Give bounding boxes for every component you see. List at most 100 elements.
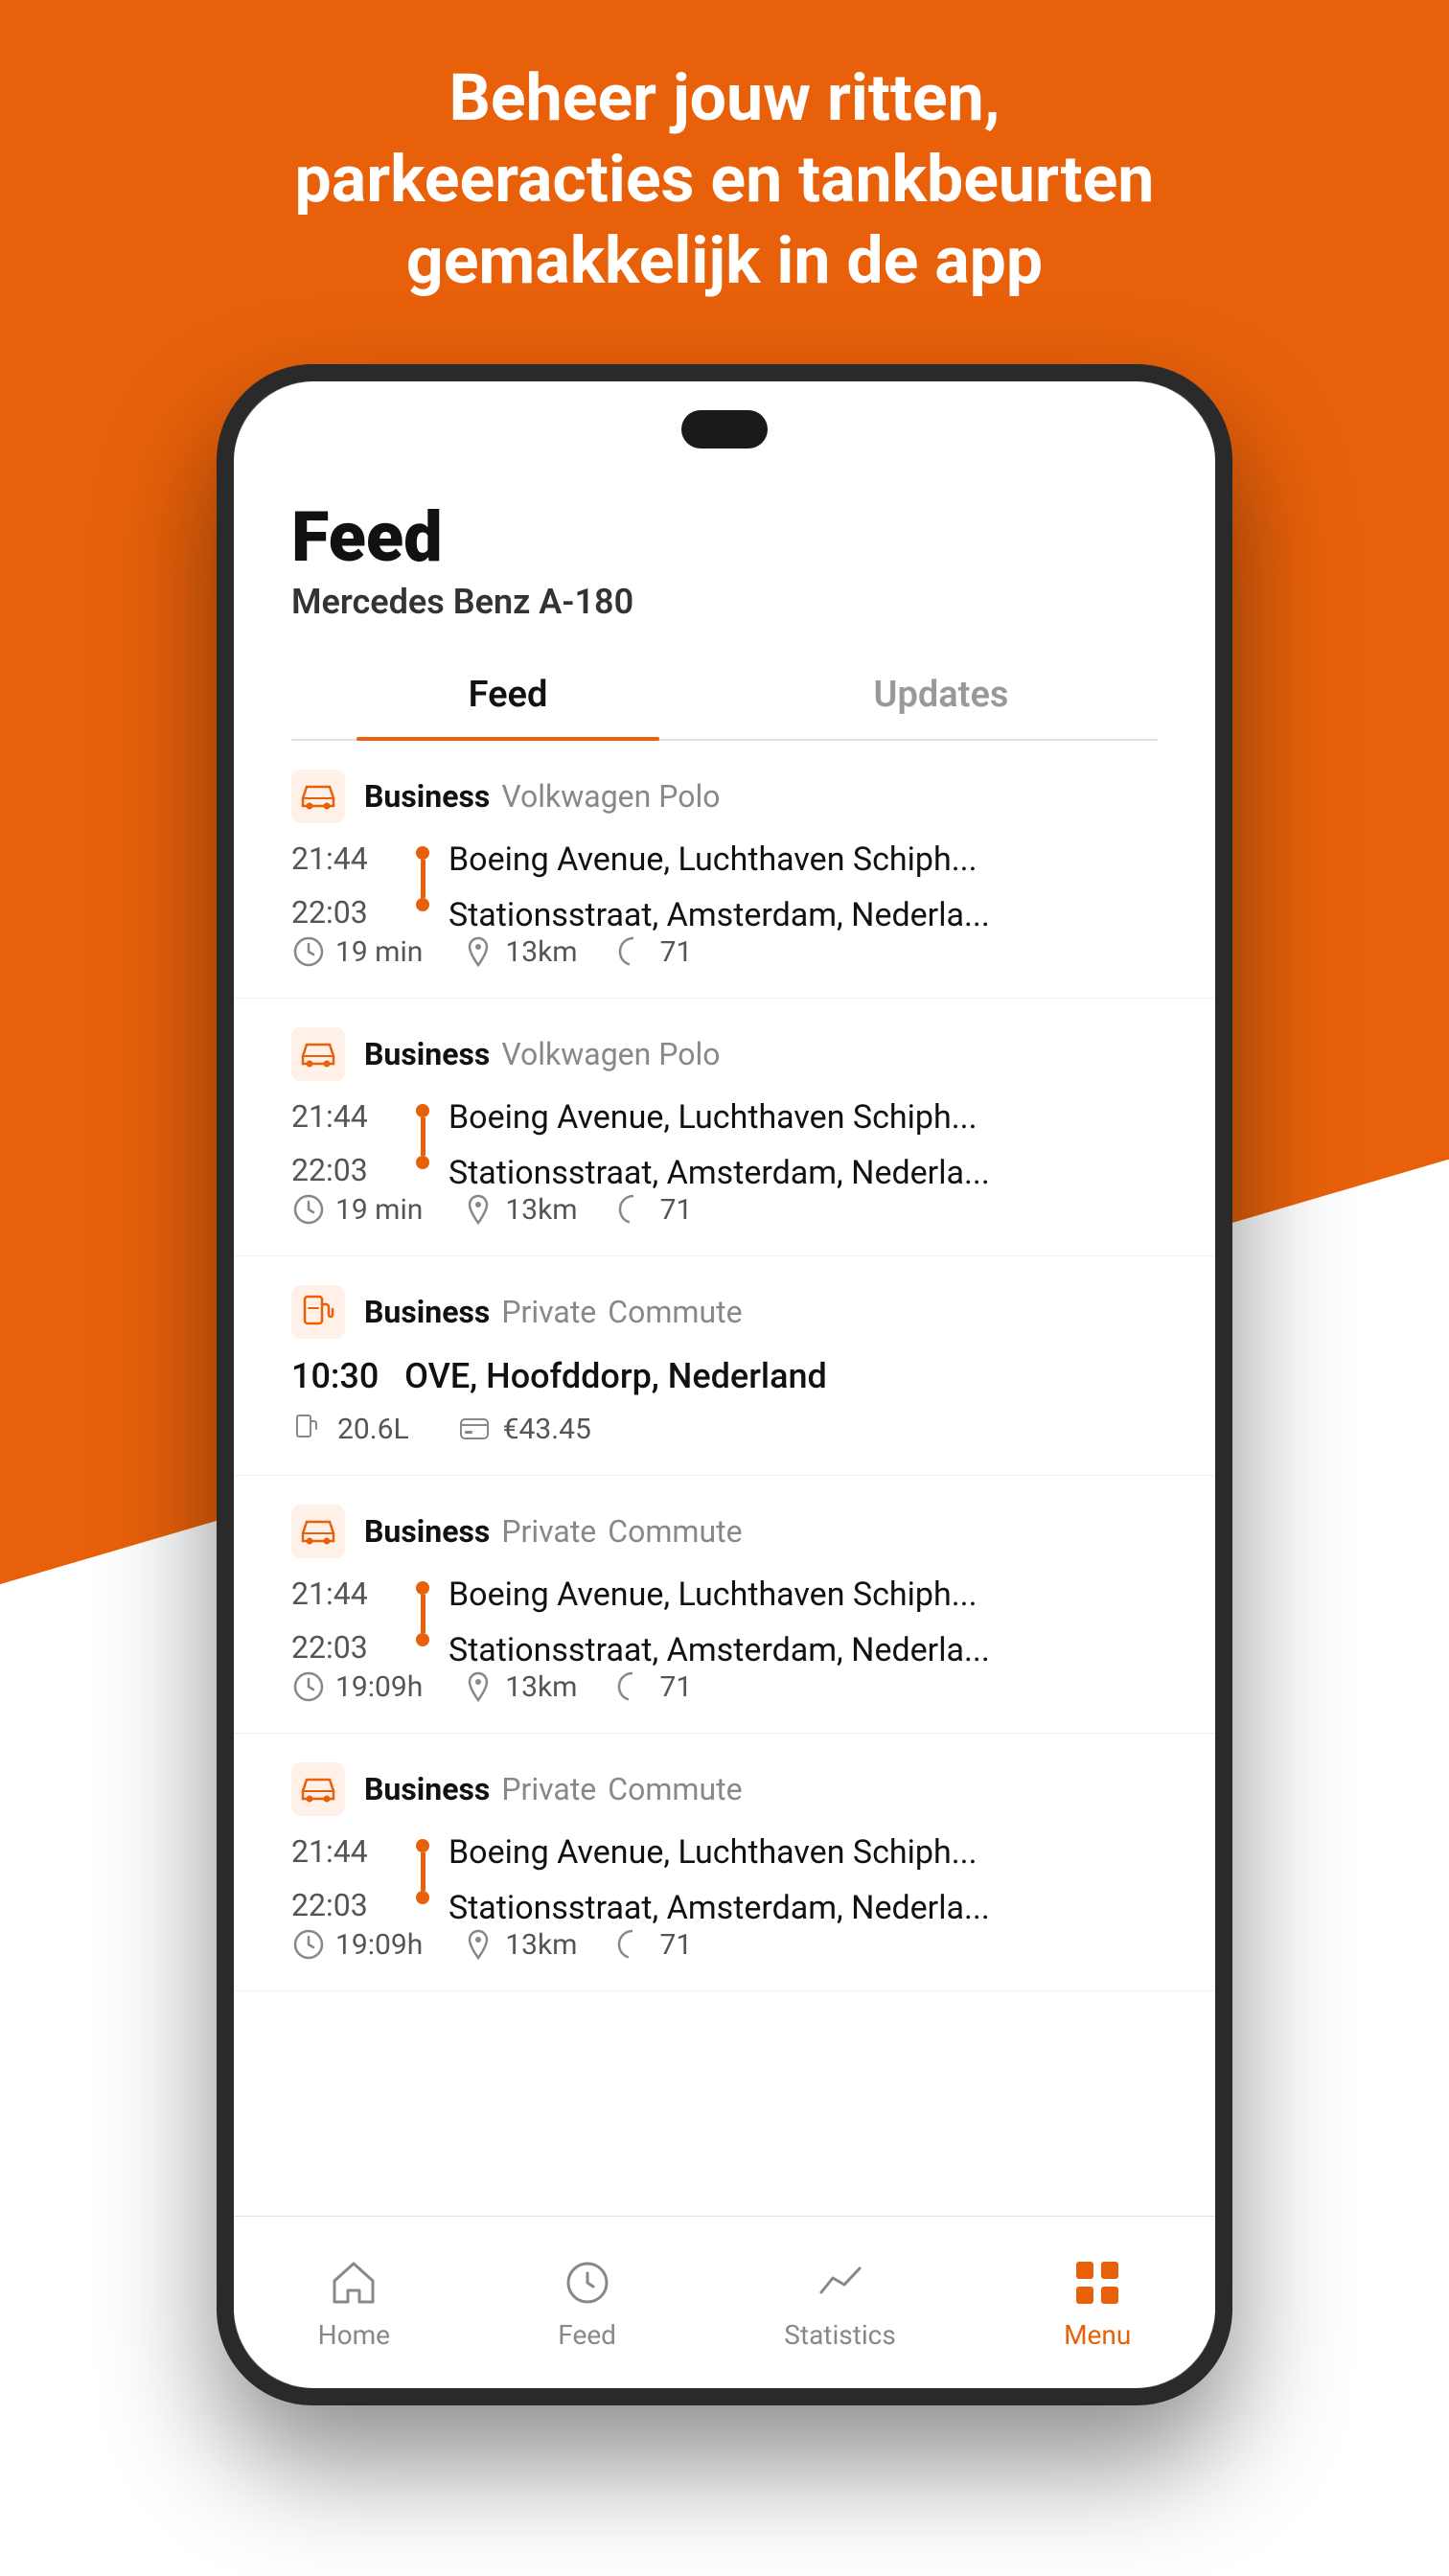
end-time: 22:03 [291, 1887, 397, 1923]
camera-notch [681, 410, 768, 448]
item-tags: Business Private Commute [364, 1513, 743, 1550]
score-value: 71 [660, 1193, 693, 1227]
item-tags: Business Volkwagen Polo [364, 778, 721, 815]
feed-nav-icon [559, 2254, 616, 2312]
list-item[interactable]: Business Private Commute 21:44 22:03 [234, 1734, 1215, 1991]
tag-vehicle: Volkwagen Polo [501, 1036, 720, 1072]
tag-commute: Commute [608, 1771, 742, 1807]
app-content: Feed Mercedes Benz A-180 Feed Updates [234, 477, 1215, 2388]
nav-item-home[interactable]: Home [318, 2254, 390, 2351]
start-address: Boeing Avenue, Luchthaven Schiph... [448, 1833, 1158, 1872]
trip-addresses: Boeing Avenue, Luchthaven Schiph... Stat… [448, 1576, 1158, 1669]
tag-private: Private [501, 1294, 596, 1330]
score-icon [616, 1192, 651, 1227]
distance-stat: 13km [461, 1669, 577, 1704]
end-address: Stationsstraat, Amsterdam, Nederla... [448, 1889, 1158, 1927]
duration-value: 19 min [335, 935, 423, 969]
start-address: Boeing Avenue, Luchthaven Schiph... [448, 1576, 1158, 1614]
score-value: 71 [659, 1670, 692, 1704]
duration-stat: 19:09h [291, 1927, 423, 1962]
distance-stat: 13km [461, 934, 577, 969]
distance-value: 13km [505, 1928, 577, 1962]
item-tags: Business Private Commute [364, 1294, 743, 1330]
liters-value: 20.6L [337, 1413, 409, 1446]
tag-business: Business [364, 778, 490, 815]
start-time: 21:44 [291, 1098, 397, 1135]
nav-label-home: Home [318, 2319, 390, 2351]
score-value: 71 [660, 935, 693, 969]
trip-route: 21:44 22:03 Boeing Avenue, Luchthaven Sc… [291, 1576, 1158, 1669]
distance-value: 13km [505, 935, 577, 969]
fuel-icon [291, 1285, 345, 1339]
location-icon [461, 934, 495, 969]
phone-screen: Feed Mercedes Benz A-180 Feed Updates [234, 381, 1215, 2388]
statistics-icon [812, 2254, 869, 2312]
list-item[interactable]: Business Volkwagen Polo 21:44 22:03 [234, 999, 1215, 1256]
route-line [416, 846, 429, 911]
menu-icon [1069, 2254, 1126, 2312]
start-address: Boeing Avenue, Luchthaven Schiph... [448, 840, 1158, 879]
tab-bar: Feed Updates [291, 651, 1158, 741]
trip-times: 21:44 22:03 [291, 1576, 397, 1666]
nav-label-feed: Feed [558, 2319, 616, 2351]
nav-label-statistics: Statistics [784, 2319, 896, 2351]
tab-updates[interactable]: Updates [724, 651, 1158, 739]
clock-icon [291, 934, 326, 969]
score-stat: 71 [615, 1669, 692, 1704]
nav-item-menu[interactable]: Menu [1064, 2254, 1131, 2351]
phone-mockup: Feed Mercedes Benz A-180 Feed Updates [217, 364, 1232, 2405]
list-item[interactable]: Business Private Commute 10:30 OVE, Hoof… [234, 1256, 1215, 1476]
item-header: Business Private Commute [291, 1762, 1158, 1816]
item-header: Business Volkwagen Polo [291, 1027, 1158, 1081]
tag-private: Private [501, 1771, 596, 1807]
tag-business: Business [364, 1771, 490, 1807]
end-address: Stationsstraat, Amsterdam, Nederla... [448, 1631, 1158, 1669]
home-icon [325, 2254, 382, 2312]
end-time: 22:03 [291, 1152, 397, 1188]
end-time: 22:03 [291, 1629, 397, 1666]
list-item[interactable]: Business Private Commute 21:44 22:03 [234, 1476, 1215, 1734]
score-stat: 71 [616, 1192, 693, 1227]
start-time: 21:44 [291, 840, 397, 877]
end-address: Stationsstraat, Amsterdam, Nederla... [448, 896, 1158, 934]
location-icon [461, 1927, 495, 1962]
liters-stat: 20.6L [291, 1412, 409, 1446]
cost-value: €43.45 [503, 1413, 591, 1446]
route-line [416, 1104, 429, 1169]
tag-private: Private [501, 1513, 596, 1550]
trip-times: 21:44 22:03 [291, 1833, 397, 1923]
distance-value: 13km [505, 1670, 577, 1704]
trip-addresses: Boeing Avenue, Luchthaven Schiph... Stat… [448, 1098, 1158, 1192]
app-subtitle: Mercedes Benz A-180 [291, 582, 1158, 622]
cost-stat: €43.45 [457, 1412, 591, 1446]
duration-value: 19 min [335, 1193, 423, 1227]
duration-value: 19:09h [335, 1928, 423, 1962]
tag-business: Business [364, 1294, 490, 1330]
fuel-stats: 20.6L €43.45 [291, 1412, 1158, 1446]
duration-stat: 19 min [291, 934, 423, 969]
phone-frame: Feed Mercedes Benz A-180 Feed Updates [217, 364, 1232, 2405]
tag-vehicle: Volkwagen Polo [501, 778, 720, 815]
distance-stat: 13km [461, 1192, 577, 1227]
feed-list: Business Volkwagen Polo 21:44 22:03 [234, 741, 1215, 2216]
end-address: Stationsstraat, Amsterdam, Nederla... [448, 1154, 1158, 1192]
clock-icon [291, 1669, 326, 1704]
nav-item-feed[interactable]: Feed [558, 2254, 616, 2351]
tag-business: Business [364, 1513, 490, 1550]
list-item[interactable]: Business Volkwagen Polo 21:44 22:03 [234, 741, 1215, 999]
end-time: 22:03 [291, 894, 397, 931]
trip-stats: 19 min 13km [291, 1192, 1158, 1227]
nav-item-statistics[interactable]: Statistics [784, 2254, 896, 2351]
tag-commute: Commute [608, 1294, 742, 1330]
duration-value: 19:09h [335, 1670, 423, 1704]
trip-times: 21:44 22:03 [291, 840, 397, 931]
trip-addresses: Boeing Avenue, Luchthaven Schiph... Stat… [448, 1833, 1158, 1927]
page-header-text: Beheer jouw ritten, parkeeracties en tan… [0, 58, 1449, 302]
route-line [416, 1839, 429, 1904]
tab-feed[interactable]: Feed [291, 651, 724, 739]
trip-route: 21:44 22:03 Boeing Avenue, Luchthaven Sc… [291, 840, 1158, 934]
score-icon [616, 934, 651, 969]
score-icon [615, 1669, 650, 1704]
bottom-nav: Home Feed Statistics [234, 2216, 1215, 2388]
distance-stat: 13km [461, 1927, 577, 1962]
